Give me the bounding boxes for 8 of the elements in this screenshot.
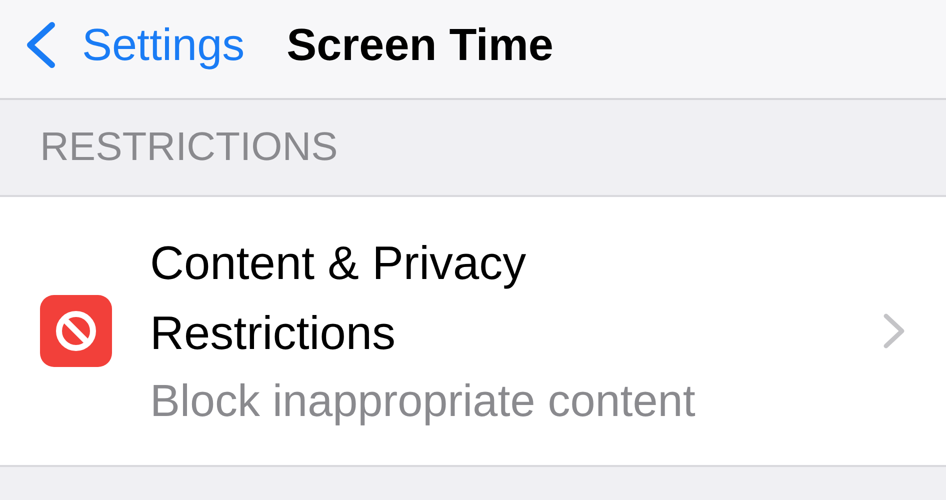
chevron-icon — [882, 313, 906, 349]
back-button[interactable]: Settings — [0, 19, 245, 71]
restriction-icon — [40, 295, 112, 367]
list-row[interactable]: Content & Privacy Restrictions Block inappropriate content — [0, 197, 946, 465]
section-header: RESTRICTIONS — [40, 125, 338, 170]
nav-title: Screen Time — [286, 19, 554, 71]
row-subtitle: Block inappropriate content — [150, 374, 696, 428]
row-title: Content & Privacy Restrictions — [150, 235, 528, 361]
